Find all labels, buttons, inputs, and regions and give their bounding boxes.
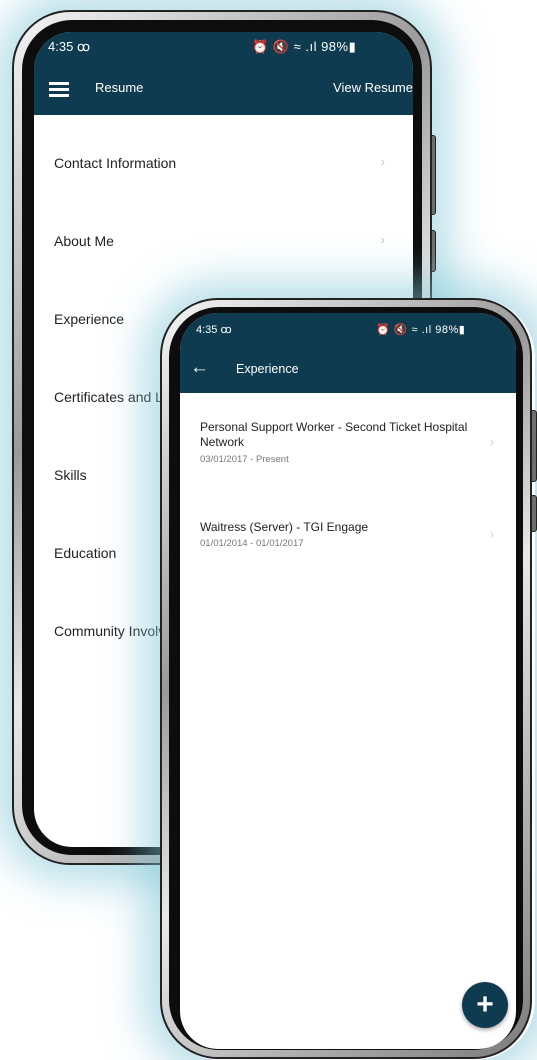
chevron-right-icon: ›: [490, 435, 494, 449]
chevron-right-icon: ›: [490, 527, 494, 541]
menu-item-label: Contact Information: [54, 155, 177, 171]
front-phone: 4:35 ꝏ ⏰ 🔇 ≈ .ıl 98%▮ ← Experience Perso…: [160, 298, 532, 1059]
status-icons: ⏰ 🔇 ≈ .ıl 98%▮: [252, 39, 357, 54]
menu-item-label: Skills: [54, 467, 87, 483]
menu-item-label: Certificates and Lic: [54, 389, 174, 405]
experience-title: Personal Support Worker - Second Ticket …: [200, 420, 468, 449]
status-bar: 4:35 ꝏ ⏰ 🔇 ≈ .ıl 98%▮: [180, 313, 516, 346]
experience-title: Waitress (Server) - TGI Engage: [200, 520, 369, 534]
view-resume-button[interactable]: View Resume: [333, 80, 413, 95]
menu-item-label: Community Involve: [54, 623, 174, 639]
plus-icon: +: [476, 988, 494, 1021]
menu-item-about-me[interactable]: About Me ›: [34, 204, 413, 282]
menu-item-label: Education: [54, 545, 117, 561]
chevron-right-icon: ›: [380, 154, 385, 169]
experience-dates: 03/01/2017 - Present: [200, 454, 289, 465]
app-bar: ← Experience: [180, 346, 516, 393]
app-bar: Resume View Resume: [34, 62, 413, 115]
status-time: 4:35 ꝏ: [196, 324, 232, 336]
page-title: Experience: [236, 362, 299, 376]
page-title: Resume: [95, 80, 144, 95]
status-time: 4:35 ꝏ: [48, 39, 91, 54]
add-experience-button[interactable]: +: [462, 982, 508, 1028]
menu-item-label: Experience: [54, 311, 125, 327]
front-phone-screen: 4:35 ꝏ ⏰ 🔇 ≈ .ıl 98%▮ ← Experience Perso…: [180, 313, 516, 1049]
status-icons: ⏰ 🔇 ≈ .ıl 98%▮: [376, 324, 466, 336]
menu-item-contact-information[interactable]: Contact Information ›: [34, 126, 413, 204]
arrow-left-icon[interactable]: ←: [190, 357, 209, 379]
menu-item-label: About Me: [54, 233, 114, 249]
experience-item[interactable]: Personal Support Worker - Second Ticket …: [180, 413, 516, 483]
status-bar: 4:35 ꝏ ⏰ 🔇 ≈ .ıl 98%▮: [34, 32, 413, 62]
experience-dates: 01/01/2014 - 01/01/2017: [200, 538, 304, 549]
experience-item[interactable]: Waitress (Server) - TGI Engage 01/01/201…: [180, 513, 516, 563]
hamburger-icon[interactable]: [49, 82, 69, 97]
chevron-right-icon: ›: [380, 232, 385, 247]
